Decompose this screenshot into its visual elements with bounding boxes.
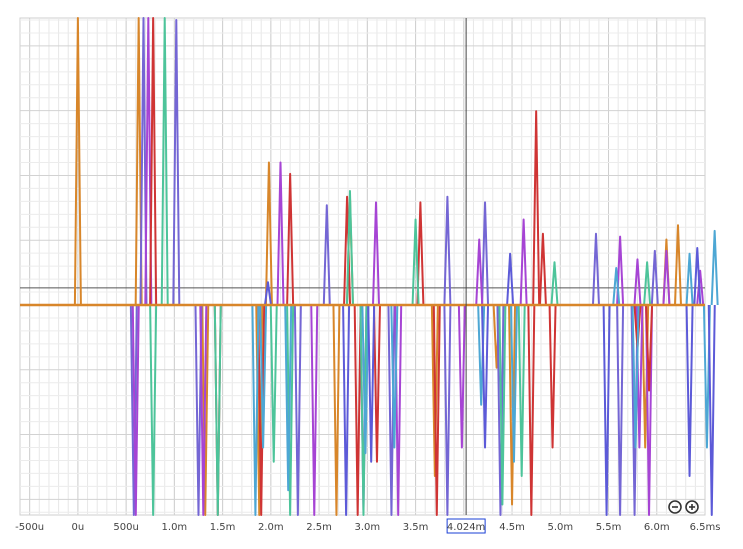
x-tick-label: -500u	[15, 522, 44, 533]
x-tick-label: 3.0m	[354, 522, 380, 533]
x-tick-label: 0u	[72, 522, 85, 533]
x-tick-label: 2.5m	[306, 522, 332, 533]
x-tick-label: 5.5m	[596, 522, 622, 533]
x-tick-label: 500u	[113, 522, 138, 533]
x-tick-label: 4.5m	[499, 522, 525, 533]
x-tick-label: 3.5m	[403, 522, 429, 533]
waveform-plot[interactable]: -500u 0u 500u 1.0m 1.5m 2.0m 2.5m 3.0m 3.5m 4.5m 5…	[0, 0, 743, 549]
x-tick-label: 6.0m	[644, 522, 670, 533]
x-axis: -500u 0u 500u 1.0m 1.5m 2.0m 2.5m 3.0m 3.5m 4.5m 5…	[15, 518, 721, 534]
x-tick-label: 6.5ms	[690, 522, 721, 533]
cursor-label[interactable]: 4.024m	[447, 522, 485, 533]
x-tick-label: 1.5m	[210, 522, 236, 533]
x-tick-label: 5.0m	[547, 522, 573, 533]
x-tick-label: 1.0m	[162, 522, 188, 533]
x-tick-label: 2.0m	[258, 522, 284, 533]
